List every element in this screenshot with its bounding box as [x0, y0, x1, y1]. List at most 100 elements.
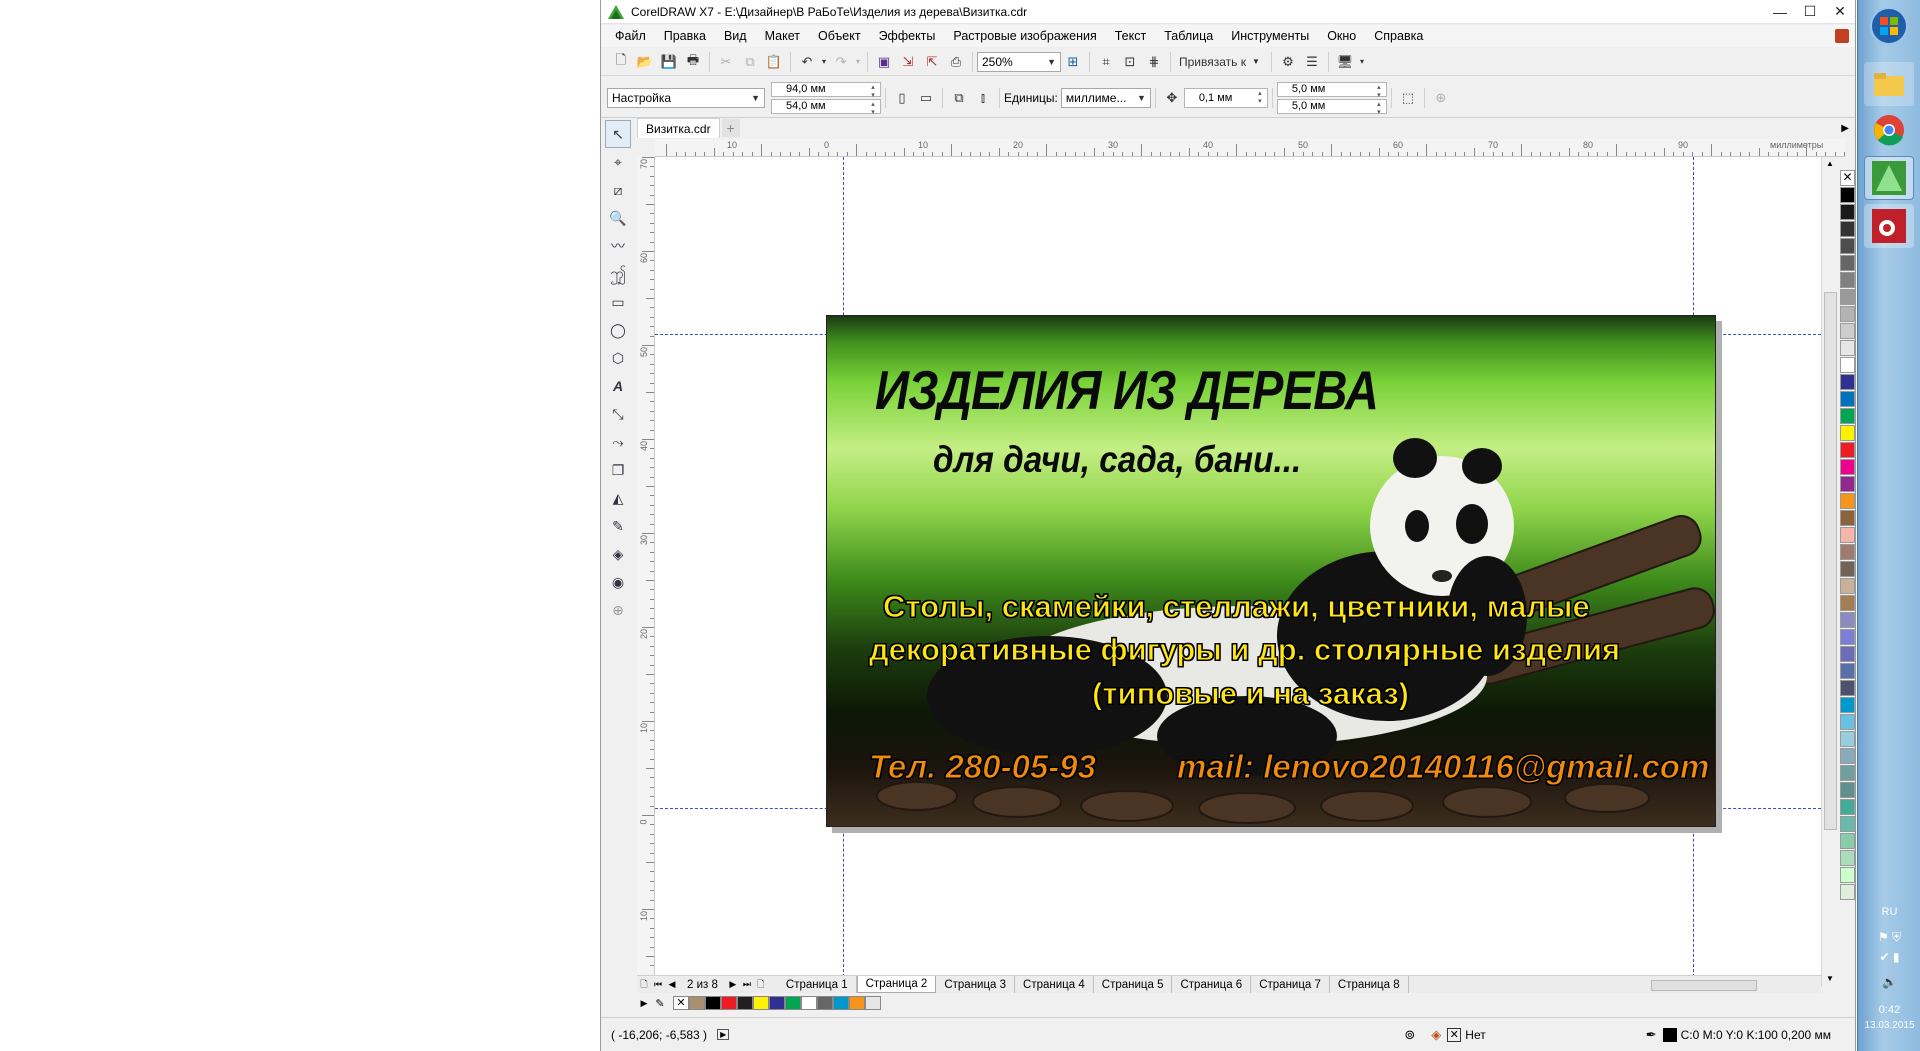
menu-layout[interactable]: Макет — [756, 29, 809, 43]
color-swatch[interactable] — [1840, 561, 1855, 577]
file-explorer-icon[interactable] — [1864, 62, 1914, 106]
color-swatch[interactable] — [1840, 272, 1855, 288]
document-color-swatch[interactable] — [817, 996, 833, 1010]
card-title-text[interactable]: ИЗДЕЛИЯ ИЗ ДЕРЕВА — [875, 358, 1379, 422]
document-color-swatch[interactable] — [785, 996, 801, 1010]
clock-time[interactable]: 0:42 — [1858, 1004, 1920, 1016]
polygon-tool-icon[interactable]: ⬡ — [605, 344, 631, 372]
save-icon[interactable]: 💾 — [657, 51, 681, 73]
palette-play-icon[interactable]: ▶ — [637, 998, 651, 1009]
new-tab-icon[interactable]: + — [721, 119, 740, 137]
scroll-up-icon[interactable]: ▲ — [1826, 159, 1834, 168]
document-color-swatch[interactable] — [753, 996, 769, 1010]
previous-page-icon[interactable]: ◀ — [665, 979, 679, 990]
import-icon[interactable]: ⇲ — [896, 51, 920, 73]
quick-customize-icon[interactable]: 🖥 — [1333, 51, 1357, 73]
card-phone-text[interactable]: Тел. 280-05-93 — [869, 748, 1097, 786]
document-color-swatch[interactable] — [689, 996, 705, 1010]
document-color-swatch[interactable] — [769, 996, 785, 1010]
outline-pen-icon[interactable]: ✒ — [1646, 1027, 1657, 1043]
menu-help[interactable]: Справка — [1365, 29, 1432, 43]
document-color-swatch[interactable] — [801, 996, 817, 1010]
undo-icon[interactable]: ↶ — [795, 51, 819, 73]
color-swatch[interactable] — [1840, 459, 1855, 475]
snap-to-button[interactable]: Привязать к ▼ — [1175, 51, 1267, 73]
show-guidelines-icon[interactable]: ⋕ — [1142, 51, 1166, 73]
portrait-icon[interactable]: ▯ — [890, 87, 914, 109]
color-swatch[interactable] — [1840, 697, 1855, 713]
document-color-swatch[interactable] — [849, 996, 865, 1010]
color-eyedropper-icon[interactable]: ✎ — [605, 512, 631, 540]
fill-color-icon[interactable]: ◈ — [1431, 1027, 1441, 1043]
drawing-canvas[interactable]: ИЗДЕЛИЯ ИЗ ДЕРЕВА для дачи, сада, бани..… — [655, 157, 1821, 987]
menu-tools[interactable]: Инструменты — [1222, 29, 1318, 43]
color-swatch[interactable] — [1840, 595, 1855, 611]
color-swatch[interactable] — [1840, 833, 1855, 849]
color-swatch[interactable] — [1840, 374, 1855, 390]
business-card-page[interactable]: ИЗДЕЛИЯ ИЗ ДЕРЕВА для дачи, сада, бани..… — [826, 315, 1716, 827]
menu-view[interactable]: Вид — [715, 29, 756, 43]
scroll-down-icon[interactable]: ▼ — [1826, 974, 1834, 983]
maximize-button[interactable]: ☐ — [1795, 0, 1825, 24]
vertical-ruler[interactable]: 70 60 50 40 30 20 10 0 10 — [637, 157, 655, 987]
page-height-field[interactable]: 54,0 мм — [771, 98, 881, 116]
menu-edit[interactable]: Правка — [655, 29, 715, 43]
horizontal-scroll-thumb[interactable] — [1651, 980, 1757, 991]
page-width-field[interactable]: 94,0 мм — [771, 81, 881, 99]
treat-as-filled-icon[interactable]: ⬚ — [1396, 87, 1420, 109]
last-page-icon[interactable]: ⏭ — [740, 979, 754, 990]
dimension-tool-icon[interactable]: ⤡ — [605, 400, 631, 428]
menu-object[interactable]: Объект — [809, 29, 870, 43]
color-swatch[interactable] — [1840, 884, 1855, 900]
color-swatch[interactable] — [1840, 238, 1855, 254]
card-subtitle-text[interactable]: для дачи, сада, бани... — [933, 439, 1301, 481]
page-tab[interactable]: Страница 6 — [1172, 976, 1252, 993]
quick-customize-dropdown-icon[interactable]: ▾ — [1357, 51, 1367, 73]
color-swatch[interactable] — [1840, 442, 1855, 458]
color-swatch[interactable] — [1840, 391, 1855, 407]
coordinates-expand-icon[interactable]: ▶ — [717, 1029, 730, 1040]
color-swatch[interactable] — [1840, 799, 1855, 815]
add-page-before-icon[interactable]: 🗋 — [637, 977, 651, 993]
color-swatch[interactable] — [1840, 323, 1855, 339]
card-email-text[interactable]: mail: lenovo20140116@gmail.com — [1176, 748, 1709, 786]
corel-capture-icon[interactable] — [1864, 204, 1914, 248]
clock-date[interactable]: 13.03.2015 — [1858, 1020, 1920, 1031]
color-swatch[interactable] — [1840, 476, 1855, 492]
minimize-button[interactable]: — — [1765, 0, 1795, 24]
artistic-media-icon[interactable]: ꩶ — [605, 260, 631, 288]
pick-tool-icon[interactable]: ↖ — [605, 120, 631, 148]
color-swatch[interactable] — [1840, 425, 1855, 441]
add-tool-icon[interactable]: ⊕ — [605, 596, 631, 624]
horizontal-ruler[interactable]: 10 0 10 20 30 40 50 60 70 80 90 миллимет… — [655, 139, 1845, 157]
menu-text[interactable]: Текст — [1106, 29, 1155, 43]
vertical-scrollbar[interactable]: ▲ ▼ — [1821, 157, 1839, 987]
color-swatch[interactable] — [1840, 714, 1855, 730]
eyedropper-icon[interactable]: ✎ — [651, 997, 669, 1010]
color-swatch[interactable] — [1840, 663, 1855, 679]
page-tab[interactable]: Страница 5 — [1094, 976, 1173, 993]
smart-fill-icon[interactable]: ◉ — [605, 568, 631, 596]
volume-icon[interactable]: 🔊 — [1858, 975, 1920, 989]
export-icon[interactable]: ⇱ — [920, 51, 944, 73]
fill-icon[interactable]: ⊚ — [1404, 1027, 1415, 1043]
text-tool-icon[interactable]: A — [605, 372, 631, 400]
color-swatch[interactable] — [1840, 204, 1855, 220]
print-icon[interactable]: 🖶 — [681, 51, 705, 73]
card-products-line-2[interactable]: декоративные фигуры и др. столярные изде… — [868, 632, 1620, 668]
crop-tool-icon[interactable]: ⧄ — [605, 176, 631, 204]
search-content-icon[interactable]: ▣ — [872, 51, 896, 73]
redo-icon[interactable]: ↷ — [829, 51, 853, 73]
all-pages-icon[interactable]: ⧉ — [947, 87, 971, 109]
color-swatch[interactable] — [1840, 680, 1855, 696]
publish-pdf-icon[interactable]: ⎙ — [944, 51, 968, 73]
page-tab[interactable]: Страница 1 — [778, 976, 857, 993]
add-page-after-icon[interactable]: 🗋 — [754, 977, 768, 993]
connector-tool-icon[interactable]: ⤳ — [605, 428, 631, 456]
full-screen-icon[interactable]: ⊞ — [1061, 51, 1085, 73]
color-swatch[interactable] — [1840, 187, 1855, 203]
duplicate-x-field[interactable]: 5,0 мм — [1276, 81, 1387, 99]
color-swatch[interactable] — [1840, 646, 1855, 662]
redo-dropdown-icon[interactable]: ▾ — [853, 51, 863, 73]
color-swatch[interactable] — [1840, 510, 1855, 526]
